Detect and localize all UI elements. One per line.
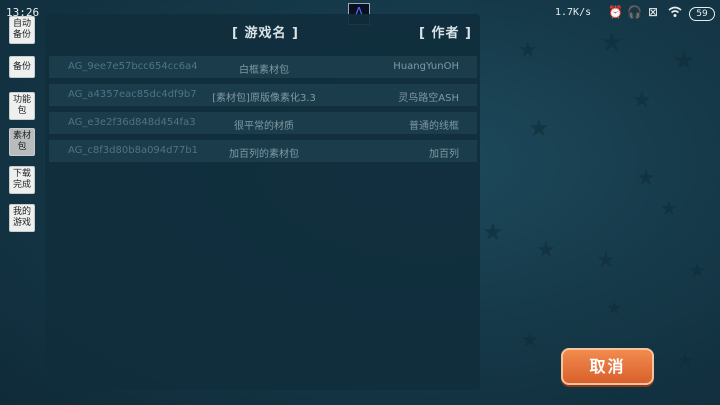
row-author: 普通的线框 <box>409 121 459 132</box>
row-game-name: 加百列的素材包 <box>229 149 299 160</box>
table-row[interactable]: AG_e3e2f36d848d454fa3 很平常的材质 普通的线框 <box>49 112 477 134</box>
sidebar-item-backup[interactable]: 备份 <box>9 56 35 78</box>
alarm-icon: ⏰ <box>608 5 623 19</box>
row-game-name: [素材包]原版像素化3.3 <box>212 93 316 104</box>
sidebar-item-auto-backup[interactable]: 自动备份 <box>9 16 35 44</box>
row-id: AG_9ee7e57bcc654cc6a4 <box>68 61 198 72</box>
row-game-name: 白框素材包 <box>239 65 289 76</box>
battery-indicator: 59 <box>689 7 715 21</box>
sidebar-item-download-complete[interactable]: 下载完成 <box>9 166 35 194</box>
row-id: AG_a4357eac85dc4df9b7 <box>68 89 197 100</box>
row-author: 加百列 <box>429 149 459 160</box>
row-author: 灵鸟路空ASH <box>398 93 459 104</box>
sidebar-item-my-games[interactable]: 我的游戏 <box>9 204 35 232</box>
column-header-author: [ 作者 ] <box>419 26 472 41</box>
network-speed: 1.7K/s <box>555 7 592 18</box>
table-row[interactable]: AG_c8f3d80b8a094d77b1 加百列的素材包 加百列 <box>49 140 477 162</box>
row-game-name: 很平常的材质 <box>234 121 294 132</box>
cancel-button[interactable]: 取消 <box>561 348 654 385</box>
wifi-icon <box>668 6 682 20</box>
headphones-icon: 🎧 <box>627 5 642 19</box>
sim-blocked-icon: ⊠ <box>648 5 659 19</box>
sidebar-item-feature-pack[interactable]: 功能包 <box>9 92 35 120</box>
row-id: AG_e3e2f36d848d454fa3 <box>68 117 196 128</box>
sidebar-item-material-pack[interactable]: 素材包 <box>9 128 35 156</box>
row-id: AG_c8f3d80b8a094d77b1 <box>68 145 198 156</box>
row-author: HuangYunOH <box>393 61 459 72</box>
table-row[interactable]: AG_a4357eac85dc4df9b7 [素材包]原版像素化3.3 灵鸟路空… <box>49 84 477 106</box>
table-row[interactable]: AG_9ee7e57bcc654cc6a4 白框素材包 HuangYunOH <box>49 56 477 78</box>
column-header-game-name: [ 游戏名 ] <box>232 26 299 41</box>
